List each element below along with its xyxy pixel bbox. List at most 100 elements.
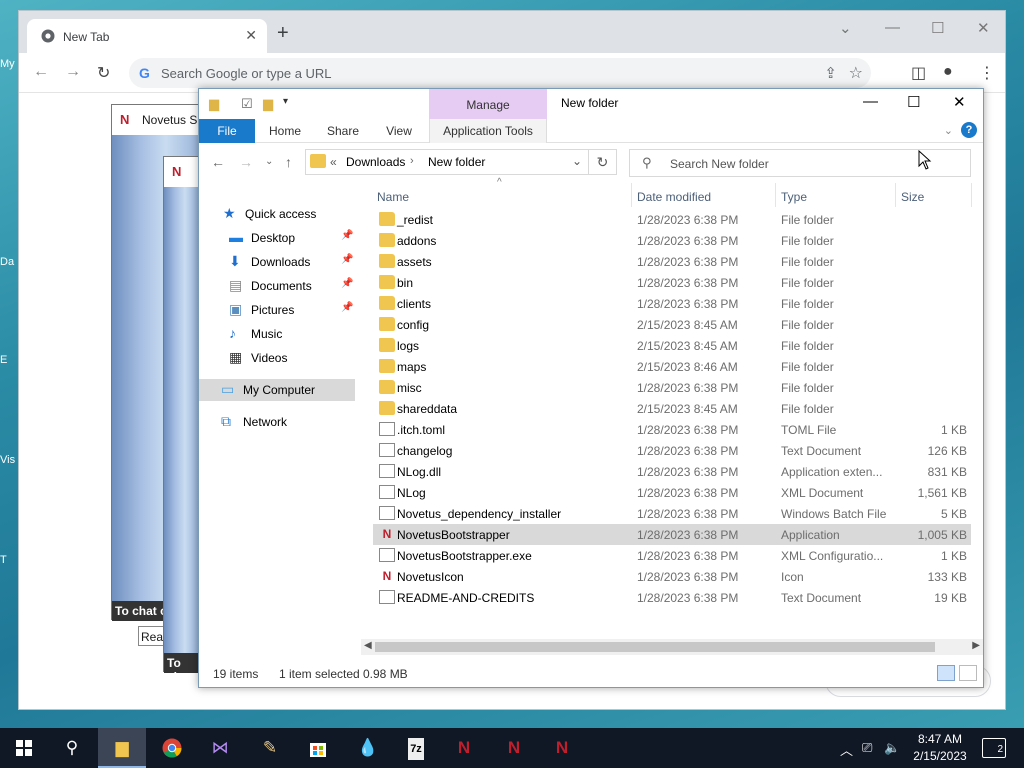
menu-icon[interactable]: ⋮ [979, 63, 995, 83]
sidebar-item-my-computer[interactable]: ▭ My Computer [199, 379, 355, 401]
sidebar-item-documents[interactable]: ▤ Documents 📌 [199, 275, 359, 297]
table-row[interactable]: N NovetusBootstrapper 1/28/2023 6:38 PM App… [373, 524, 971, 545]
taskbar-novetus-2[interactable]: N [490, 728, 538, 768]
forward-icon[interactable]: → [65, 63, 81, 81]
breadcrumb-downloads[interactable]: Downloads [346, 155, 405, 169]
table-row[interactable]: config 2/15/2023 8:45 AM File folder [373, 314, 971, 335]
path-overflow-icon[interactable]: « [330, 155, 337, 169]
refresh-icon[interactable]: ↻ [589, 149, 617, 175]
help-icon[interactable]: ? [961, 122, 977, 138]
chevron-down-icon[interactable]: ⌄ [572, 154, 582, 168]
table-row[interactable]: NLog 1/28/2023 6:38 PM XML Document 1,561 K… [373, 482, 971, 503]
breadcrumb-new-folder[interactable]: New folder [428, 155, 485, 169]
taskbar-store[interactable] [294, 728, 342, 768]
desktop-icon-label[interactable]: E [0, 354, 18, 366]
sidebar-item-music[interactable]: ♪ Music [199, 323, 359, 345]
close-icon[interactable]: ✕ [977, 19, 990, 37]
taskbar-7zip[interactable]: 7z [392, 728, 440, 768]
table-row[interactable]: Novetus_dependency_installer 1/28/2023 6:… [373, 503, 971, 524]
column-divider[interactable] [775, 183, 776, 207]
sidebar-item-downloads[interactable]: ⬇ Downloads 📌 [199, 251, 359, 273]
maximize-icon[interactable]: ☐ [931, 19, 944, 37]
share-icon[interactable]: ⇪ [824, 64, 837, 82]
table-row[interactable]: NLog.dll 1/28/2023 6:38 PM Application ext… [373, 461, 971, 482]
pin-icon[interactable]: 📌 [341, 302, 353, 313]
tab-application-tools[interactable]: Application Tools [429, 119, 547, 143]
properties-icon[interactable]: ☑ [241, 96, 253, 112]
taskbar-file-explorer[interactable]: ▆ [98, 728, 146, 768]
taskbar-novetus-1[interactable]: N [440, 728, 488, 768]
close-icon[interactable]: ✕ [953, 93, 966, 111]
minimize-icon[interactable]: — [885, 19, 900, 36]
taskbar-novetus-3[interactable]: N [538, 728, 586, 768]
network-icon[interactable]: ⎚ [862, 740, 872, 756]
back-icon[interactable]: ← [33, 63, 49, 81]
taskbar-paint3d[interactable]: 💧 [344, 728, 392, 768]
desktop-icon-label[interactable]: Vis [0, 454, 18, 466]
desktop-icon-label[interactable]: T [0, 554, 18, 566]
start-button[interactable] [0, 728, 48, 768]
taskbar-visual-studio[interactable]: ⋈ [196, 728, 244, 768]
novetus-window-2[interactable]: N To cha [163, 156, 203, 684]
table-row[interactable]: changelog 1/28/2023 6:38 PM Text Document 1… [373, 440, 971, 461]
tab-close-icon[interactable]: ✕ [245, 27, 257, 44]
notifications-button[interactable]: 2 [982, 738, 1006, 758]
table-row[interactable]: clients 1/28/2023 6:38 PM File folder [373, 293, 971, 314]
tab-new-tab[interactable]: New Tab ✕ [27, 19, 267, 53]
pin-icon[interactable]: 📌 [341, 230, 353, 241]
column-date-modified[interactable]: Date modified [637, 183, 711, 207]
tab-home[interactable]: Home [259, 119, 311, 143]
tab-share[interactable]: Share [317, 119, 369, 143]
column-name[interactable]: Name [377, 183, 409, 207]
table-row[interactable]: logs 2/15/2023 8:45 AM File folder [373, 335, 971, 356]
table-row[interactable]: bin 1/28/2023 6:38 PM File folder [373, 272, 971, 293]
table-row[interactable]: N NovetusIcon 1/28/2023 6:38 PM Icon 133 KB [373, 566, 971, 587]
column-type[interactable]: Type [781, 183, 807, 207]
scroll-right-icon[interactable]: ▶ [972, 640, 980, 651]
table-row[interactable]: NovetusBootstrapper.exe 1/28/2023 6:38 PM… [373, 545, 971, 566]
address-bar[interactable]: « Downloads › New folder ⌄ [305, 149, 589, 175]
table-row[interactable]: README-AND-CREDITS 1/28/2023 6:38 PM Text … [373, 587, 971, 608]
tab-search-icon[interactable]: ⌄ [839, 19, 852, 37]
column-size[interactable]: Size [901, 183, 924, 207]
forward-icon[interactable]: → [239, 154, 253, 170]
pin-icon[interactable]: 📌 [341, 254, 353, 265]
table-row[interactable]: maps 2/15/2023 8:46 AM File folder [373, 356, 971, 377]
search-button[interactable]: ⚲ [48, 728, 96, 768]
taskbar-chrome[interactable] [148, 728, 196, 768]
minimize-icon[interactable]: — [863, 93, 878, 110]
table-row[interactable]: misc 1/28/2023 6:38 PM File folder [373, 377, 971, 398]
clock[interactable]: 8:47 AM 2/15/2023 [902, 731, 978, 765]
bookmark-star-icon[interactable]: ☆ [849, 63, 863, 83]
new-tab-button[interactable]: + [277, 23, 289, 43]
expand-ribbon-icon[interactable]: ⌄ [944, 124, 953, 137]
sidebar-item-quick-access[interactable]: ★ Quick access [199, 203, 359, 225]
sidebar-item-network[interactable]: ⧉ Network [199, 411, 359, 433]
sidebar-item-pictures[interactable]: ▣ Pictures 📌 [199, 299, 359, 321]
table-row[interactable]: assets 1/28/2023 6:38 PM File folder [373, 251, 971, 272]
sidebar-item-desktop[interactable]: ▬ Desktop 📌 [199, 227, 359, 249]
column-divider[interactable] [631, 183, 632, 207]
scroll-left-icon[interactable]: ◀ [364, 640, 372, 651]
reload-icon[interactable]: ↻ [97, 63, 110, 83]
omnibox[interactable]: G Search Google or type a URL ⇪ ☆ [129, 58, 871, 88]
manage-tab[interactable]: Manage [429, 89, 547, 119]
table-row[interactable]: shareddata 2/15/2023 8:45 AM File folder [373, 398, 971, 419]
customize-qat-icon[interactable]: ▾ [283, 96, 288, 107]
table-row[interactable]: addons 1/28/2023 6:38 PM File folder [373, 230, 971, 251]
horizontal-scrollbar[interactable]: ◀ ▶ [361, 639, 983, 655]
chevron-right-icon[interactable]: › [410, 155, 414, 167]
up-icon[interactable]: ↑ [285, 154, 292, 170]
table-row[interactable]: .itch.toml 1/28/2023 6:38 PM TOML File 1 KB [373, 419, 971, 440]
column-divider[interactable] [971, 183, 972, 207]
recent-locations-icon[interactable]: ⌄ [265, 156, 273, 167]
desktop-icon-label[interactable]: Da [0, 256, 18, 268]
tab-file[interactable]: File [199, 119, 255, 143]
large-icons-view-icon[interactable] [959, 665, 977, 681]
side-panel-icon[interactable]: ◫ [911, 63, 926, 83]
taskbar-paint[interactable]: ✎ [246, 728, 294, 768]
pin-icon[interactable]: 📌 [341, 278, 353, 289]
sidebar-item-videos[interactable]: ▦ Videos [199, 347, 359, 369]
profile-icon[interactable]: ● [943, 63, 953, 81]
desktop-icon-label[interactable]: My [0, 58, 18, 70]
